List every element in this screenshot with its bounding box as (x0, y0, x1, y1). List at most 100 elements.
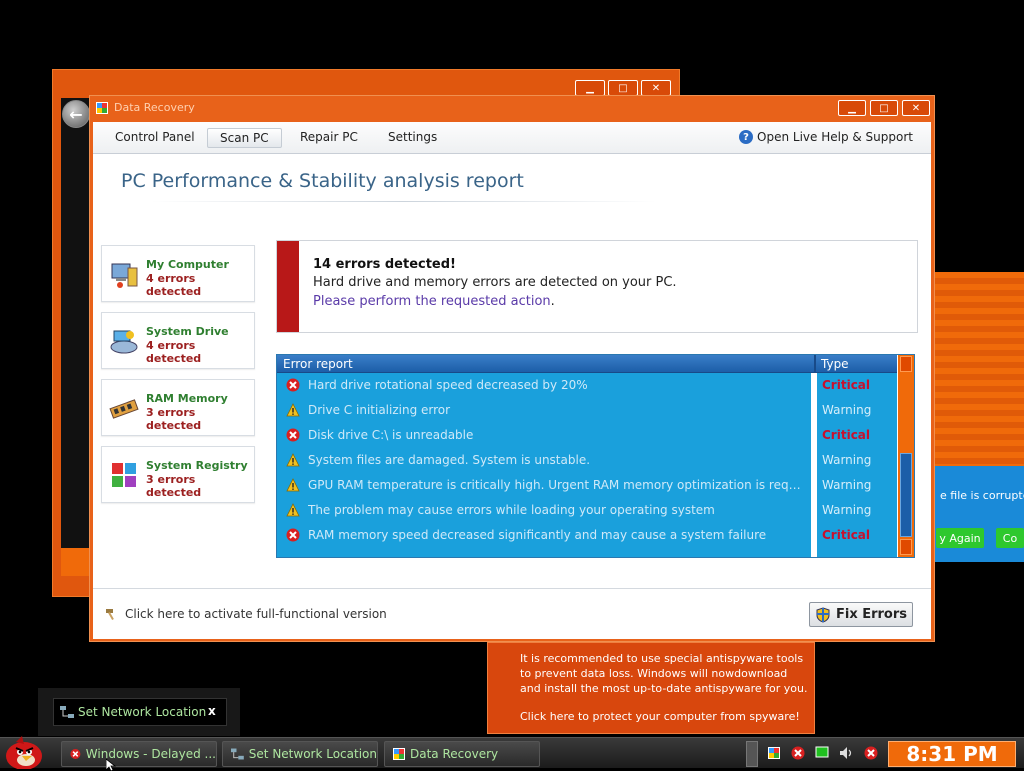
background-window-footer (61, 548, 91, 576)
row-description: The problem may cause errors while loadi… (308, 503, 715, 517)
row-type: Warning (822, 403, 872, 417)
sidebar-item-ram-memory[interactable]: RAM Memory 3 errors detected (101, 379, 255, 436)
error-tray-icon[interactable] (864, 746, 878, 760)
network-popup-label: Set Network Location (78, 705, 207, 719)
activate-full-version-link[interactable]: Click here to activate full-functional v… (105, 607, 387, 621)
sidebar-item-system-drive[interactable]: System Drive 4 errors detected (101, 312, 255, 369)
network-location-popup[interactable]: Set Network Location x (53, 698, 227, 726)
activate-label: Click here to activate full-functional v… (125, 607, 387, 621)
sidebar-item-system-registry[interactable]: System Registry 3 errors detected (101, 446, 255, 503)
task-data-recovery[interactable]: Data Recovery (384, 741, 540, 767)
fix-errors-label: Fix Errors (835, 607, 908, 622)
table-row[interactable]: Disk drive C:\ is unreadable Critical (277, 423, 897, 448)
requested-action-link[interactable]: Please perform the requested action. (313, 294, 555, 309)
requested-action-period: . (550, 294, 555, 309)
column-header-type[interactable]: Type (821, 357, 849, 371)
table-row[interactable]: Hard drive rotational speed decreased by… (277, 373, 897, 398)
scroll-thumb[interactable] (900, 453, 912, 537)
title-divider (151, 201, 656, 202)
sidebar-item-errors: 4 errors detected (146, 339, 202, 365)
network-icon (60, 706, 74, 718)
table-row[interactable]: GPU RAM temperature is critically high. … (277, 473, 897, 498)
windows-logo-icon (96, 102, 108, 114)
row-description: Hard drive rotational speed decreased by… (308, 378, 588, 392)
background-maximize-button[interactable]: □ (608, 80, 638, 96)
tray-scroll-handle[interactable] (746, 741, 758, 767)
close-button[interactable]: ✕ (902, 100, 930, 116)
data-recovery-window: Data Recovery ▁ □ ✕ Control Panel Scan P… (89, 95, 935, 642)
network-popup-close-button[interactable]: x (208, 704, 216, 718)
menu-repair-pc[interactable]: Repair PC (288, 128, 370, 148)
row-type: Critical (822, 378, 871, 392)
fix-errors-button[interactable]: Fix Errors (809, 602, 913, 627)
protect-computer-link[interactable]: Click here to protect your computer from… (520, 710, 800, 723)
row-description: System files are damaged. System is unst… (308, 453, 591, 467)
scroll-up-button[interactable] (900, 356, 912, 372)
row-type: Warning (822, 503, 872, 517)
alert-title: 14 errors detected! (313, 257, 456, 272)
windows-logo-tray-icon[interactable] (768, 747, 780, 759)
row-type: Critical (822, 528, 871, 542)
table-scrollbar[interactable] (897, 355, 914, 557)
angry-bird-start-icon[interactable] (2, 732, 48, 769)
help-icon: ? (739, 130, 754, 144)
column-divider (814, 355, 816, 373)
computer-icon (111, 263, 138, 288)
maximize-button[interactable]: □ (870, 100, 898, 116)
antispyware-popup[interactable]: It is recommended to use special antispy… (487, 642, 815, 734)
error-icon (286, 378, 300, 392)
sidebar-item-errors: 4 errors detected (146, 272, 202, 298)
table-header: Error report Type (277, 355, 914, 373)
warning-icon (286, 403, 300, 417)
popup-message: It is recommended to use special antispy… (520, 652, 808, 695)
page-title: PC Performance & Stability analysis repo… (121, 170, 524, 192)
row-description: Disk drive C:\ is unreadable (308, 428, 474, 442)
error-tray-icon[interactable] (791, 746, 805, 760)
task-label: Set Network Location (248, 747, 377, 761)
minimize-button[interactable]: ▁ (838, 100, 866, 116)
error-icon (286, 428, 300, 442)
table-row[interactable]: System files are damaged. System is unst… (277, 448, 897, 473)
try-again-button[interactable]: y Again (936, 528, 984, 548)
table-body: Hard drive rotational speed decreased by… (277, 373, 897, 557)
task-set-network-location[interactable]: Set Network Location (222, 741, 378, 767)
error-icon (70, 748, 81, 760)
scroll-down-button[interactable] (900, 539, 912, 555)
row-description: Drive C initializing error (308, 403, 451, 417)
background-window-panel (61, 98, 91, 576)
mouse-cursor-icon (106, 759, 116, 771)
table-row[interactable]: Drive C initializing error Warning (277, 398, 897, 423)
windows-logo-icon (393, 748, 405, 760)
live-help-link[interactable]: ? Open Live Help & Support (739, 130, 913, 144)
row-description: GPU RAM temperature is critically high. … (308, 478, 808, 492)
task-label: Data Recovery (410, 747, 499, 761)
sidebar-item-name: RAM Memory (146, 392, 228, 405)
table-row[interactable]: RAM memory speed decreased significantly… (277, 523, 897, 548)
right-window-message: e file is corrupted o (940, 489, 1024, 502)
table-row[interactable]: The problem may cause errors while loadi… (277, 498, 897, 523)
back-arrow-icon[interactable]: ← (62, 100, 90, 128)
column-header-report[interactable]: Error report (283, 357, 353, 371)
taskbar: Windows - Delayed ... Set Network Locati… (0, 736, 1024, 769)
menu-control-panel[interactable]: Control Panel (103, 128, 207, 148)
menu-scan-pc[interactable]: Scan PC (207, 128, 282, 148)
error-icon (286, 528, 300, 542)
speaker-icon[interactable] (839, 746, 853, 760)
sidebar-item-name: System Drive (146, 325, 229, 338)
monitor-tray-icon[interactable] (815, 746, 829, 760)
background-minimize-button[interactable]: ▁ (575, 80, 605, 96)
window-footer: Click here to activate full-functional v… (93, 588, 931, 639)
menu-settings[interactable]: Settings (376, 128, 449, 148)
taskbar-clock[interactable]: 8:31 PM (888, 741, 1016, 767)
sidebar-item-name: My Computer (146, 258, 229, 271)
task-windows-delayed[interactable]: Windows - Delayed ... (61, 741, 217, 767)
sidebar-item-name: System Registry (146, 459, 248, 472)
network-icon (231, 748, 244, 760)
row-description: RAM memory speed decreased significantly… (308, 528, 767, 542)
warning-icon (286, 453, 300, 467)
window-title: Data Recovery (114, 101, 195, 114)
sidebar-item-my-computer[interactable]: My Computer 4 errors detected (101, 245, 255, 302)
background-close-button[interactable]: ✕ (641, 80, 671, 96)
alert-accent-bar (277, 241, 299, 332)
continue-button[interactable]: Co (996, 528, 1024, 548)
